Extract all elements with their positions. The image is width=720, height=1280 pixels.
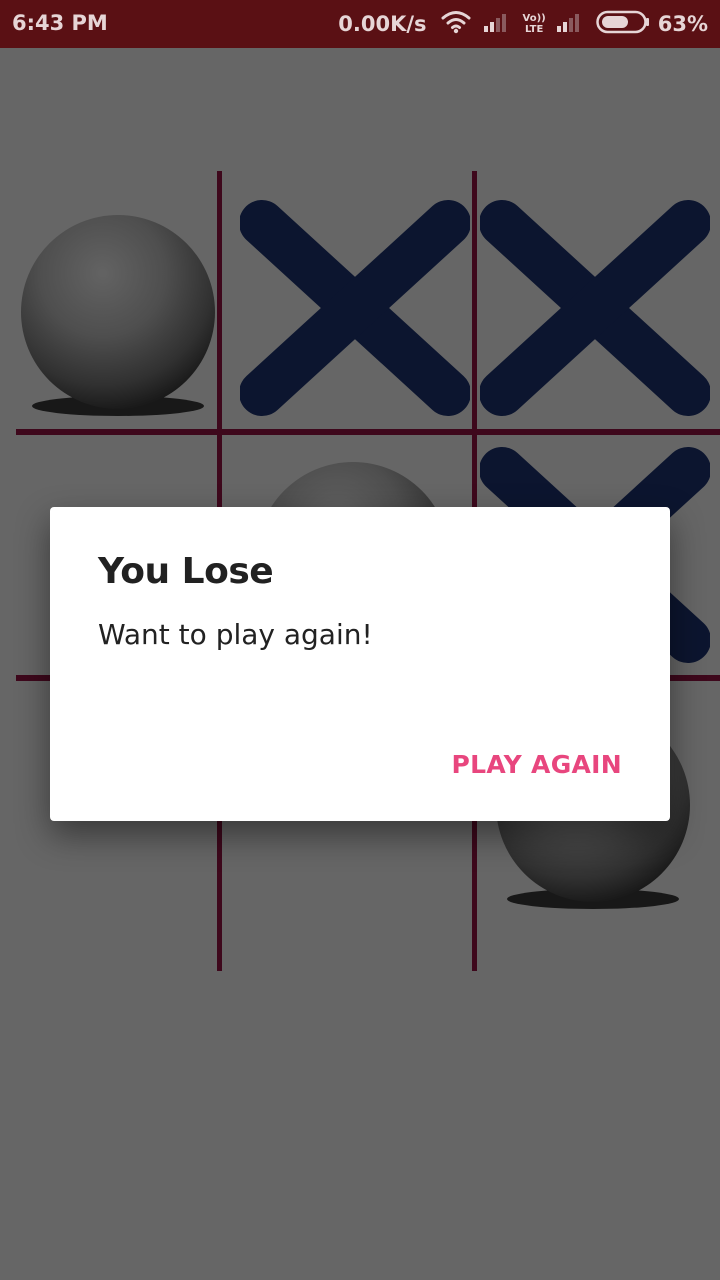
- dialog-title: You Lose: [98, 551, 274, 592]
- battery-percent: 63%: [657, 12, 708, 36]
- status-bar: 6:43 PM 0.00K/s Vo)) LTE 63%: [0, 0, 720, 48]
- volte-label-top: Vo)): [522, 13, 546, 24]
- game-over-dialog: You Lose Want to play again! PLAY AGAIN: [50, 507, 670, 821]
- signal-icon: [483, 11, 511, 38]
- volte-icon: Vo)) LTE: [523, 13, 546, 35]
- signal-icon: [556, 11, 584, 38]
- dialog-message: Want to play again!: [98, 618, 373, 651]
- network-speed: 0.00K/s: [338, 12, 427, 36]
- status-time: 6:43 PM: [12, 11, 108, 35]
- volte-label-bottom: LTE: [524, 24, 544, 35]
- battery-icon: [595, 10, 650, 39]
- play-again-button[interactable]: PLAY AGAIN: [452, 750, 622, 779]
- status-icons: 0.00K/s Vo)) LTE 63%: [338, 0, 708, 48]
- wifi-icon: [441, 10, 471, 39]
